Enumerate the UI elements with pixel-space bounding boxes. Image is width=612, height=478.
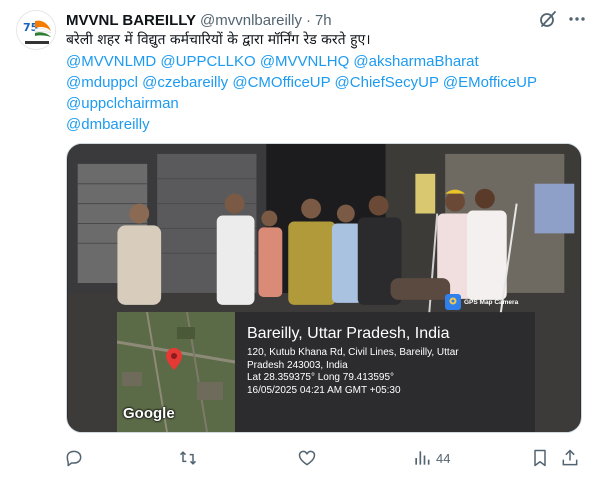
bookmark-button[interactable] — [530, 446, 550, 470]
gps-map-camera-badge: GPS Map Camera — [445, 292, 518, 312]
views-button[interactable]: 44 — [412, 446, 450, 470]
tweet-text: बरेली शहर में विद्युत कर्मचारियों के द्व… — [66, 30, 596, 135]
tweet-card[interactable]: 75 MVVNL BAREILLY @mvvnlbareilly · 7h बर… — [0, 0, 612, 478]
avatar[interactable]: 75 — [16, 10, 56, 50]
mention-line[interactable]: @mduppcl @czebareilly @CMOfficeUP @Chief… — [66, 72, 596, 93]
mention-line[interactable]: @uppclchairman — [66, 93, 596, 114]
gps-camera-icon — [445, 294, 461, 310]
mention-line[interactable]: @MVVNLMD @UPPCLLKO @MVVNLHQ @aksharmaBha… — [66, 51, 596, 72]
tweet-text-line: बरेली शहर में विद्युत कर्मचारियों के द्व… — [66, 32, 371, 48]
tweet-time[interactable]: 7h — [315, 12, 332, 29]
bookmark-icon — [534, 449, 546, 467]
reply-icon — [66, 450, 82, 467]
gps-badge-label: GPS Map Camera — [464, 298, 519, 306]
mention-line[interactable]: @dmbareilly — [66, 114, 596, 135]
address-line: Pradesh 243003, India — [247, 359, 348, 371]
google-logo-label: Google — [123, 405, 175, 422]
tweet-header: MVVNL BAREILLY @mvvnlbareilly · 7h — [66, 10, 332, 30]
views-count: 44 — [436, 450, 451, 466]
author-handle[interactable]: @mvvnlbareilly — [200, 12, 302, 29]
location-title: Bareilly, Uttar Pradesh, India — [247, 325, 450, 342]
timestamp-text: 16/05/2025 04:21 AM GMT +05:30 — [247, 384, 401, 396]
avatar-logo-icon: 75 — [17, 11, 55, 49]
reply-button[interactable] — [64, 446, 84, 470]
author-name[interactable]: MVVNL BAREILLY — [66, 12, 196, 29]
grok-icon[interactable] — [537, 8, 559, 30]
like-button[interactable] — [297, 446, 317, 470]
share-icon — [562, 449, 578, 466]
like-icon — [298, 450, 316, 466]
location-map-thumbnail: Google — [117, 312, 235, 432]
share-button[interactable] — [560, 446, 580, 470]
address-line: 120, Kutub Khana Rd, Civil Lines, Bareil… — [247, 347, 459, 358]
tweet-action-bar: 44 — [60, 446, 590, 470]
location-details: 120, Kutub Khana Rd, Civil Lines, Bareil… — [247, 347, 523, 397]
location-info-panel: Bareilly, Uttar Pradesh, India 120, Kutu… — [235, 312, 535, 432]
views-icon — [415, 451, 430, 465]
retweet-button[interactable] — [178, 446, 198, 470]
retweet-icon — [179, 451, 197, 465]
map-pin-icon — [166, 348, 182, 370]
tweet-photo[interactable]: GPS Map Camera Google Bareilly, Uttar Pr… — [66, 143, 582, 433]
coordinates-text: Lat 28.359375° Long 79.413595° — [247, 372, 395, 383]
separator-dot: · — [305, 11, 311, 29]
more-options-icon[interactable] — [566, 8, 588, 30]
